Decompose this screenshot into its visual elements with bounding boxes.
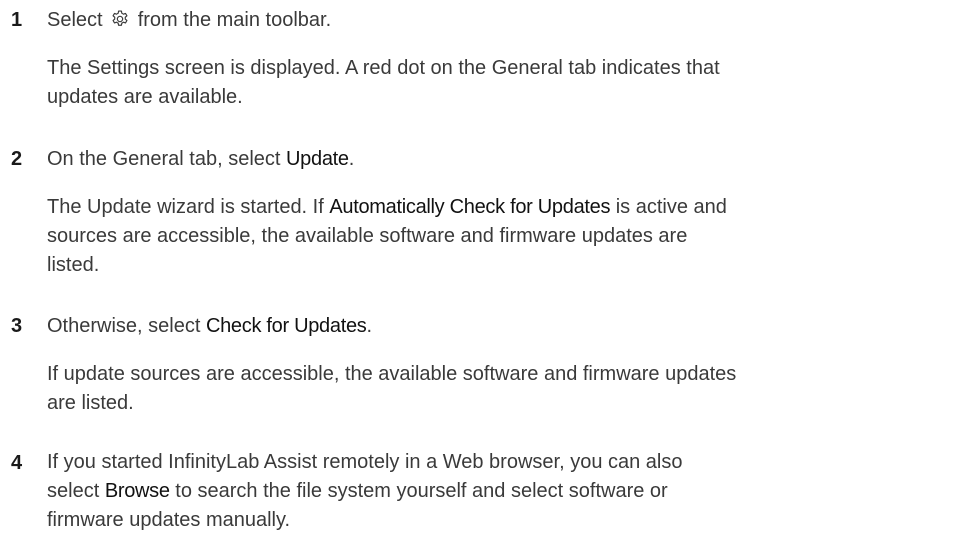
instruction-text: to search the file system yourself and s… (169, 480, 668, 502)
instruction-line: If you started InfinityLab Assist remote… (47, 451, 683, 473)
step-number: 4 (11, 452, 23, 474)
result-line: The Update wizard is started. If Automat… (47, 193, 956, 222)
step-2: 2 On the General tab, select Update. The… (11, 147, 956, 280)
step-result: The Update wizard is started. If Automat… (47, 193, 956, 280)
result-line: The Settings screen is displayed. A red … (47, 57, 720, 79)
step-3: 3 Otherwise, select Check for Updates. I… (11, 314, 956, 418)
ui-term-check-for-updates: Check for Updates (205, 315, 367, 337)
result-line: sources are accessible, the available so… (47, 225, 688, 247)
instruction-text: select (47, 480, 105, 502)
gear-icon (112, 10, 128, 26)
instruction-line: firmware updates manually. (47, 509, 291, 531)
step-instruction: If you started InfinityLab Assist remote… (47, 448, 956, 535)
ui-term-update: Update (286, 148, 349, 170)
instruction-text: from the main toolbar. (137, 9, 332, 31)
instruction-text: . (366, 315, 373, 337)
step-result: The Settings screen is displayed. A red … (47, 54, 956, 112)
step-instruction: Otherwise, select Check for Updates. (47, 314, 956, 338)
ui-term-automatically-check: Automatically Check for Updates (329, 196, 611, 218)
instruction-line: select Browse to search the file system … (47, 477, 956, 506)
result-text: The Update wizard is started. If (47, 196, 330, 218)
result-line: are listed. (47, 392, 134, 414)
step-4: 4 If you started InfinityLab Assist remo… (11, 451, 956, 535)
step-instruction: On the General tab, select Update. (47, 147, 956, 171)
result-text: is active and (610, 196, 727, 218)
step-instruction: Select from the main toolbar. (47, 8, 956, 32)
procedure-document: 1 Select from the main toolbar. The Sett… (0, 0, 964, 548)
step-number: 1 (11, 9, 23, 31)
result-line: If update sources are accessible, the av… (47, 363, 737, 385)
instruction-text: Select (47, 9, 103, 31)
result-line: listed. (47, 254, 100, 276)
step-result: If update sources are accessible, the av… (47, 360, 956, 418)
step-number: 2 (11, 148, 23, 170)
instruction-text: Otherwise, select (47, 315, 206, 337)
ui-term-browse: Browse (104, 480, 170, 502)
instruction-text: . (348, 148, 355, 170)
step-1: 1 Select from the main toolbar. The Sett… (11, 8, 956, 112)
instruction-text: On the General tab, select (47, 148, 287, 170)
result-line: updates are available. (47, 86, 243, 108)
step-number: 3 (11, 315, 23, 337)
